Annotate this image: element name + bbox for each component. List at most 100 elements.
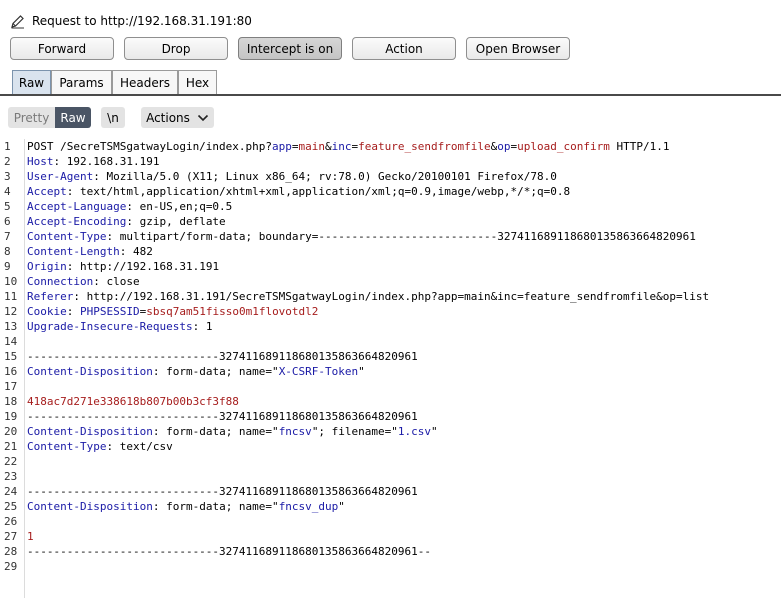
intercept-toggle-button[interactable]: Intercept is on <box>238 37 342 60</box>
code-line: 12 Cookie: PHPSESSID=sbsq7am51fisso0m1flo… <box>0 304 781 319</box>
tab-divider <box>0 94 781 96</box>
line-number: 4 <box>4 185 11 198</box>
code-token: -----------------------------32741168911… <box>27 410 418 423</box>
line-number: 5 <box>4 200 11 213</box>
actions-dropdown[interactable]: Actions <box>141 107 214 128</box>
code-token: 1 <box>27 530 34 543</box>
code-token: & <box>325 140 332 153</box>
line-number: 16 <box>4 365 18 378</box>
code-token: : 1 <box>192 320 213 333</box>
line-number: 9 <box>4 260 11 273</box>
line-content: -----------------------------32741168911… <box>27 544 431 559</box>
pretty-button[interactable]: Pretty <box>8 107 55 128</box>
raw-request-editor[interactable]: 1 POST /SecreTSMSgatwayLogin/index.php?ap… <box>0 139 781 598</box>
tab-raw[interactable]: Raw <box>12 70 51 94</box>
tab-params[interactable]: Params <box>51 70 112 94</box>
code-token: feature_sendfromfile <box>358 140 491 153</box>
code-token: main <box>298 140 326 153</box>
line-number: 13 <box>4 320 18 333</box>
actions-label: Actions <box>146 110 190 125</box>
line-content: Content-Disposition: form-data; name="fn… <box>27 424 438 439</box>
action-button[interactable]: Action <box>352 37 456 60</box>
code-token: Upgrade-Insecure-Requests <box>27 320 193 333</box>
line-number: 8 <box>4 245 11 258</box>
pencil-icon <box>11 14 24 28</box>
code-token: Accept-Language <box>27 200 127 213</box>
code-token: -----------------------------32741168911… <box>27 485 418 498</box>
code-token: : multipart/form-data; boundary=--------… <box>106 230 696 243</box>
drop-button[interactable]: Drop <box>124 37 228 60</box>
code-token: Cookie <box>27 305 67 318</box>
tab-headers[interactable]: Headers <box>112 70 178 94</box>
code-line: 14 <box>0 334 781 349</box>
code-token: Accept-Encoding <box>27 215 127 228</box>
line-number: 21 <box>4 440 18 453</box>
code-token: : http://192.168.31.191 <box>66 260 220 273</box>
code-token: X-CSRF-Token <box>278 365 359 378</box>
line-content: 1 <box>27 529 34 544</box>
line-content: Connection: close <box>27 274 140 289</box>
code-line: 7 Content-Type: multipart/form-data; boun… <box>0 229 781 244</box>
code-token: " <box>338 500 345 513</box>
line-content: Upgrade-Insecure-Requests: 1 <box>27 319 212 334</box>
line-number: 25 <box>4 500 18 513</box>
line-number: 22 <box>4 455 18 468</box>
code-token: : close <box>93 275 140 288</box>
forward-button[interactable]: Forward <box>10 37 114 60</box>
line-number: 27 <box>4 530 18 543</box>
newline-toggle-button[interactable]: \n <box>101 107 125 128</box>
code-line: 18 418ac7d271e338618b807b00b3cf3f88 <box>0 394 781 409</box>
chevron-down-icon <box>197 114 208 121</box>
code-line: 28 -----------------------------327411689… <box>0 544 781 559</box>
line-number: 6 <box>4 215 11 228</box>
code-token: -----------------------------32741168911… <box>27 350 418 363</box>
tab-hex[interactable]: Hex <box>178 70 217 94</box>
code-token: : form-data; name=" <box>152 365 279 378</box>
line-number: 24 <box>4 485 18 498</box>
code-token: : form-data; name=" <box>152 425 279 438</box>
code-token: 418ac7d271e338618b807b00b3cf3f88 <box>27 395 239 408</box>
line-content: Accept: text/html,application/xhtml+xml,… <box>27 184 570 199</box>
code-token: upload_confirm <box>517 140 610 153</box>
code-token: 1.csv <box>397 425 432 438</box>
code-line: 16 Content-Disposition: form-data; name="… <box>0 364 781 379</box>
code-token: Content-Length <box>27 245 120 258</box>
code-token: -----------------------------32741168911… <box>27 545 431 558</box>
code-token: = <box>291 140 299 153</box>
line-content: POST /SecreTSMSgatwayLogin/index.php?app… <box>27 139 669 154</box>
code-line: 1 POST /SecreTSMSgatwayLogin/index.php?ap… <box>0 139 781 154</box>
code-token: : form-data; name=" <box>152 500 279 513</box>
code-token: Accept <box>27 185 67 198</box>
code-token: : text/csv <box>106 440 173 453</box>
open-browser-button[interactable]: Open Browser <box>466 37 570 60</box>
view-mode-toggle: Pretty Raw <box>8 107 91 128</box>
code-line: 26 <box>0 514 781 529</box>
code-line: 13 Upgrade-Insecure-Requests: 1 <box>0 319 781 334</box>
code-line: 19 -----------------------------327411689… <box>0 409 781 424</box>
request-title: Request to http://192.168.31.191:80 <box>32 14 252 28</box>
code-token: : 482 <box>119 245 153 258</box>
code-token: Content-Type <box>27 440 107 453</box>
code-line: 23 <box>0 469 781 484</box>
line-number: 19 <box>4 410 18 423</box>
message-tabs: Raw Params Headers Hex <box>12 70 217 94</box>
line-number: 14 <box>4 335 18 348</box>
code-token: inc <box>331 140 352 153</box>
code-token: " <box>358 365 365 378</box>
code-token: Referer <box>27 290 74 303</box>
code-token: fncsv_dup <box>278 500 339 513</box>
line-number: 20 <box>4 425 18 438</box>
raw-button[interactable]: Raw <box>55 107 91 128</box>
line-content: Content-Type: text/csv <box>27 439 173 454</box>
code-token: sbsq7am51fisso0m1flovotdl2 <box>146 305 319 318</box>
code-line: 4 Accept: text/html,application/xhtml+xml… <box>0 184 781 199</box>
code-line: 10 Connection: close <box>0 274 781 289</box>
code-token: Origin <box>27 260 67 273</box>
line-number: 18 <box>4 395 18 408</box>
line-number: 26 <box>4 515 18 528</box>
line-number: 11 <box>4 290 18 303</box>
line-content: Content-Length: 482 <box>27 244 153 259</box>
code-token: fncsv <box>278 425 312 438</box>
code-token: User-Agent <box>27 170 94 183</box>
code-token: HTTP/1.1 <box>609 140 670 153</box>
